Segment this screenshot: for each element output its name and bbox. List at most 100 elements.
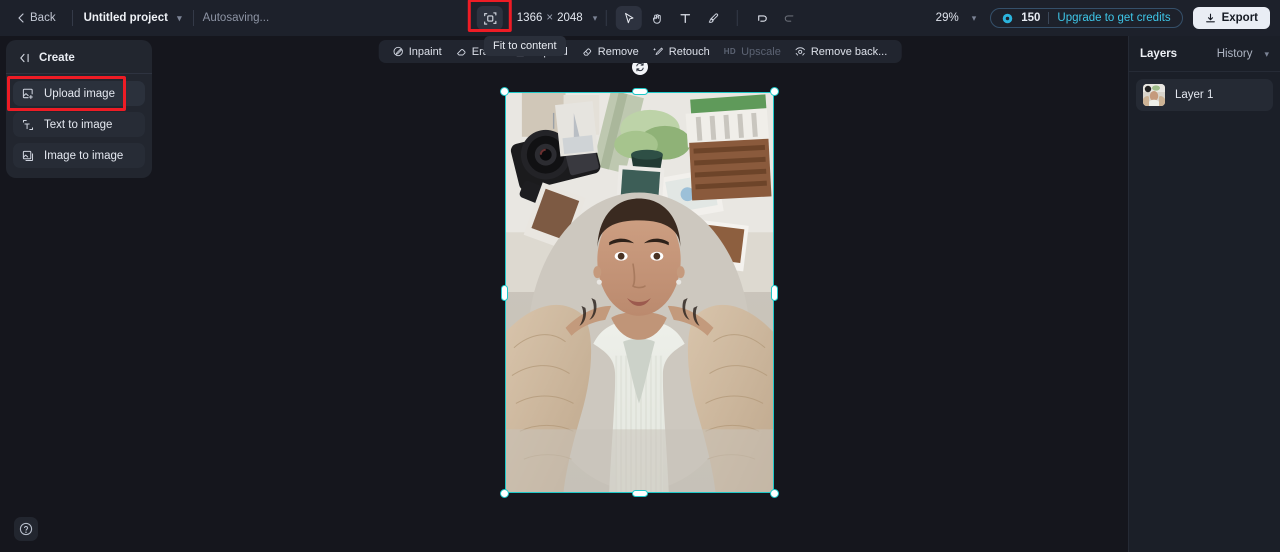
upgrade-link[interactable]: Upgrade to get credits	[1057, 12, 1170, 24]
resize-handle-top[interactable]	[631, 88, 648, 95]
books	[685, 94, 772, 201]
context-item-label: Remove back...	[810, 45, 888, 58]
credits-badge[interactable]: 150 Upgrade to get credits	[990, 8, 1183, 28]
export-button[interactable]: Export	[1192, 7, 1270, 29]
divider	[1129, 71, 1280, 72]
brush-tool[interactable]	[700, 6, 726, 30]
resize-handle-bottom[interactable]	[631, 490, 648, 497]
context-item-label: Upscale	[741, 45, 781, 58]
canvas-image[interactable]	[505, 92, 774, 493]
help-circle-icon	[19, 522, 33, 536]
divider	[606, 10, 608, 26]
canvas-size-selector[interactable]: 1366 × 2048 ▾	[517, 12, 597, 24]
context-item-label: Remove	[597, 45, 639, 58]
layers-panel-header: Layers History ▾	[1129, 36, 1280, 71]
chevron-down-icon[interactable]: ▾	[177, 13, 182, 23]
layer-thumbnail	[1143, 84, 1165, 106]
redo-button[interactable]	[777, 6, 803, 30]
remove-background-button[interactable]: Remove back...	[788, 40, 894, 63]
project-name[interactable]: Untitled project ▾	[82, 8, 184, 28]
layer-name: Layer 1	[1175, 89, 1214, 101]
create-panel-title: Create	[39, 52, 75, 64]
project-name-label: Untitled project	[83, 12, 168, 24]
fit-to-content-wrapper	[467, 0, 512, 32]
collapse-left-icon[interactable]	[18, 53, 30, 63]
download-icon	[1205, 13, 1216, 24]
resize-handle-bottom-right[interactable]	[770, 489, 779, 498]
export-label: Export	[1221, 12, 1258, 24]
credit-coin-icon	[1002, 13, 1013, 24]
context-toolbar: Inpaint Erase Expand Remove Retouch	[378, 40, 902, 63]
chevron-down-icon[interactable]: ▾	[1264, 49, 1269, 60]
image-to-image-icon	[22, 150, 34, 162]
divider	[6, 73, 152, 74]
undo-button[interactable]	[749, 6, 775, 30]
layers-panel-title: Layers	[1140, 48, 1178, 60]
back-button[interactable]: Back	[10, 8, 63, 28]
resize-handle-right[interactable]	[771, 284, 778, 301]
history-label: History	[1216, 48, 1253, 60]
erase-icon	[456, 46, 467, 57]
inpaint-icon	[393, 46, 404, 57]
hd-tag: HD	[723, 47, 737, 56]
layer-item[interactable]: Layer 1	[1136, 79, 1273, 111]
select-tool[interactable]	[616, 6, 643, 30]
canvas-height-value: 2048	[557, 12, 583, 24]
resize-handle-bottom-left[interactable]	[500, 489, 509, 498]
photo-illustration	[506, 93, 773, 492]
text-tool[interactable]	[672, 6, 698, 30]
sidebar-item-label: Image to image	[44, 149, 124, 162]
context-item-label: Inpaint	[408, 45, 442, 58]
canvas-width-value: 1366	[516, 12, 543, 24]
divider	[71, 10, 73, 26]
divider	[737, 10, 739, 26]
create-options-list: Upload image Text to image Image to imag…	[6, 76, 152, 168]
zoom-selector[interactable]: 29% ▾	[932, 9, 981, 27]
fit-to-content-tooltip: Fit to content	[484, 36, 566, 56]
sidebar-item-image-to-image[interactable]: Image to image	[13, 143, 145, 168]
resize-handle-top-left[interactable]	[500, 87, 509, 96]
upscale-button[interactable]: HD Upscale	[717, 40, 788, 63]
tool-group	[616, 6, 803, 30]
retouch-icon	[653, 46, 664, 57]
image-selection[interactable]	[500, 59, 779, 498]
top-bar: Back Untitled project ▾ Autosaving... 13…	[0, 0, 1280, 36]
zoom-level-value: 29%	[935, 12, 959, 24]
sidebar-item-upload-image[interactable]: Upload image	[7, 76, 145, 111]
credits-count: 150	[1021, 12, 1041, 24]
city-photo	[555, 101, 598, 157]
fit-to-content-icon	[483, 11, 496, 25]
fit-to-content-button[interactable]	[476, 6, 503, 30]
upload-image-icon	[22, 88, 34, 100]
remove-icon	[582, 46, 593, 57]
hand-tool[interactable]	[644, 6, 670, 30]
sidebar-item-label: Text to image	[44, 118, 113, 131]
layers-panel: Layers History ▾ Layer 1	[1128, 36, 1280, 552]
topbar-left-group: Back Untitled project ▾ Autosaving...	[0, 8, 269, 28]
create-panel: Create Upload image Text to image Image …	[6, 40, 152, 178]
context-item-label: Retouch	[668, 45, 710, 58]
dimension-separator: ×	[546, 12, 554, 24]
back-label: Back	[30, 12, 56, 24]
history-tab[interactable]: History ▾	[1217, 48, 1269, 60]
resize-handle-top-right[interactable]	[770, 87, 779, 96]
topbar-right-group: 29% ▾ 150 Upgrade to get credits Export	[932, 7, 1270, 29]
divider	[192, 10, 194, 26]
remove-background-icon	[795, 46, 806, 57]
canvas-area[interactable]	[152, 36, 1128, 552]
divider	[1048, 12, 1050, 24]
text-to-image-icon	[22, 119, 34, 131]
create-panel-header[interactable]: Create	[6, 46, 152, 73]
sidebar-item-label: Upload image	[44, 87, 115, 100]
chevron-left-icon	[17, 13, 25, 23]
topbar-center-group: 1366 × 2048 ▾	[467, 0, 803, 32]
sidebar-item-text-to-image[interactable]: Text to image	[13, 112, 145, 137]
resize-handle-left[interactable]	[501, 284, 508, 301]
chevron-down-icon[interactable]: ▾	[972, 13, 977, 24]
inpaint-button[interactable]: Inpaint	[386, 40, 449, 63]
app-root: Back Untitled project ▾ Autosaving... 13…	[0, 0, 1280, 552]
help-button[interactable]	[14, 517, 38, 541]
retouch-button[interactable]: Retouch	[646, 40, 717, 63]
remove-button[interactable]: Remove	[575, 40, 646, 63]
chevron-down-icon[interactable]: ▾	[593, 13, 598, 24]
